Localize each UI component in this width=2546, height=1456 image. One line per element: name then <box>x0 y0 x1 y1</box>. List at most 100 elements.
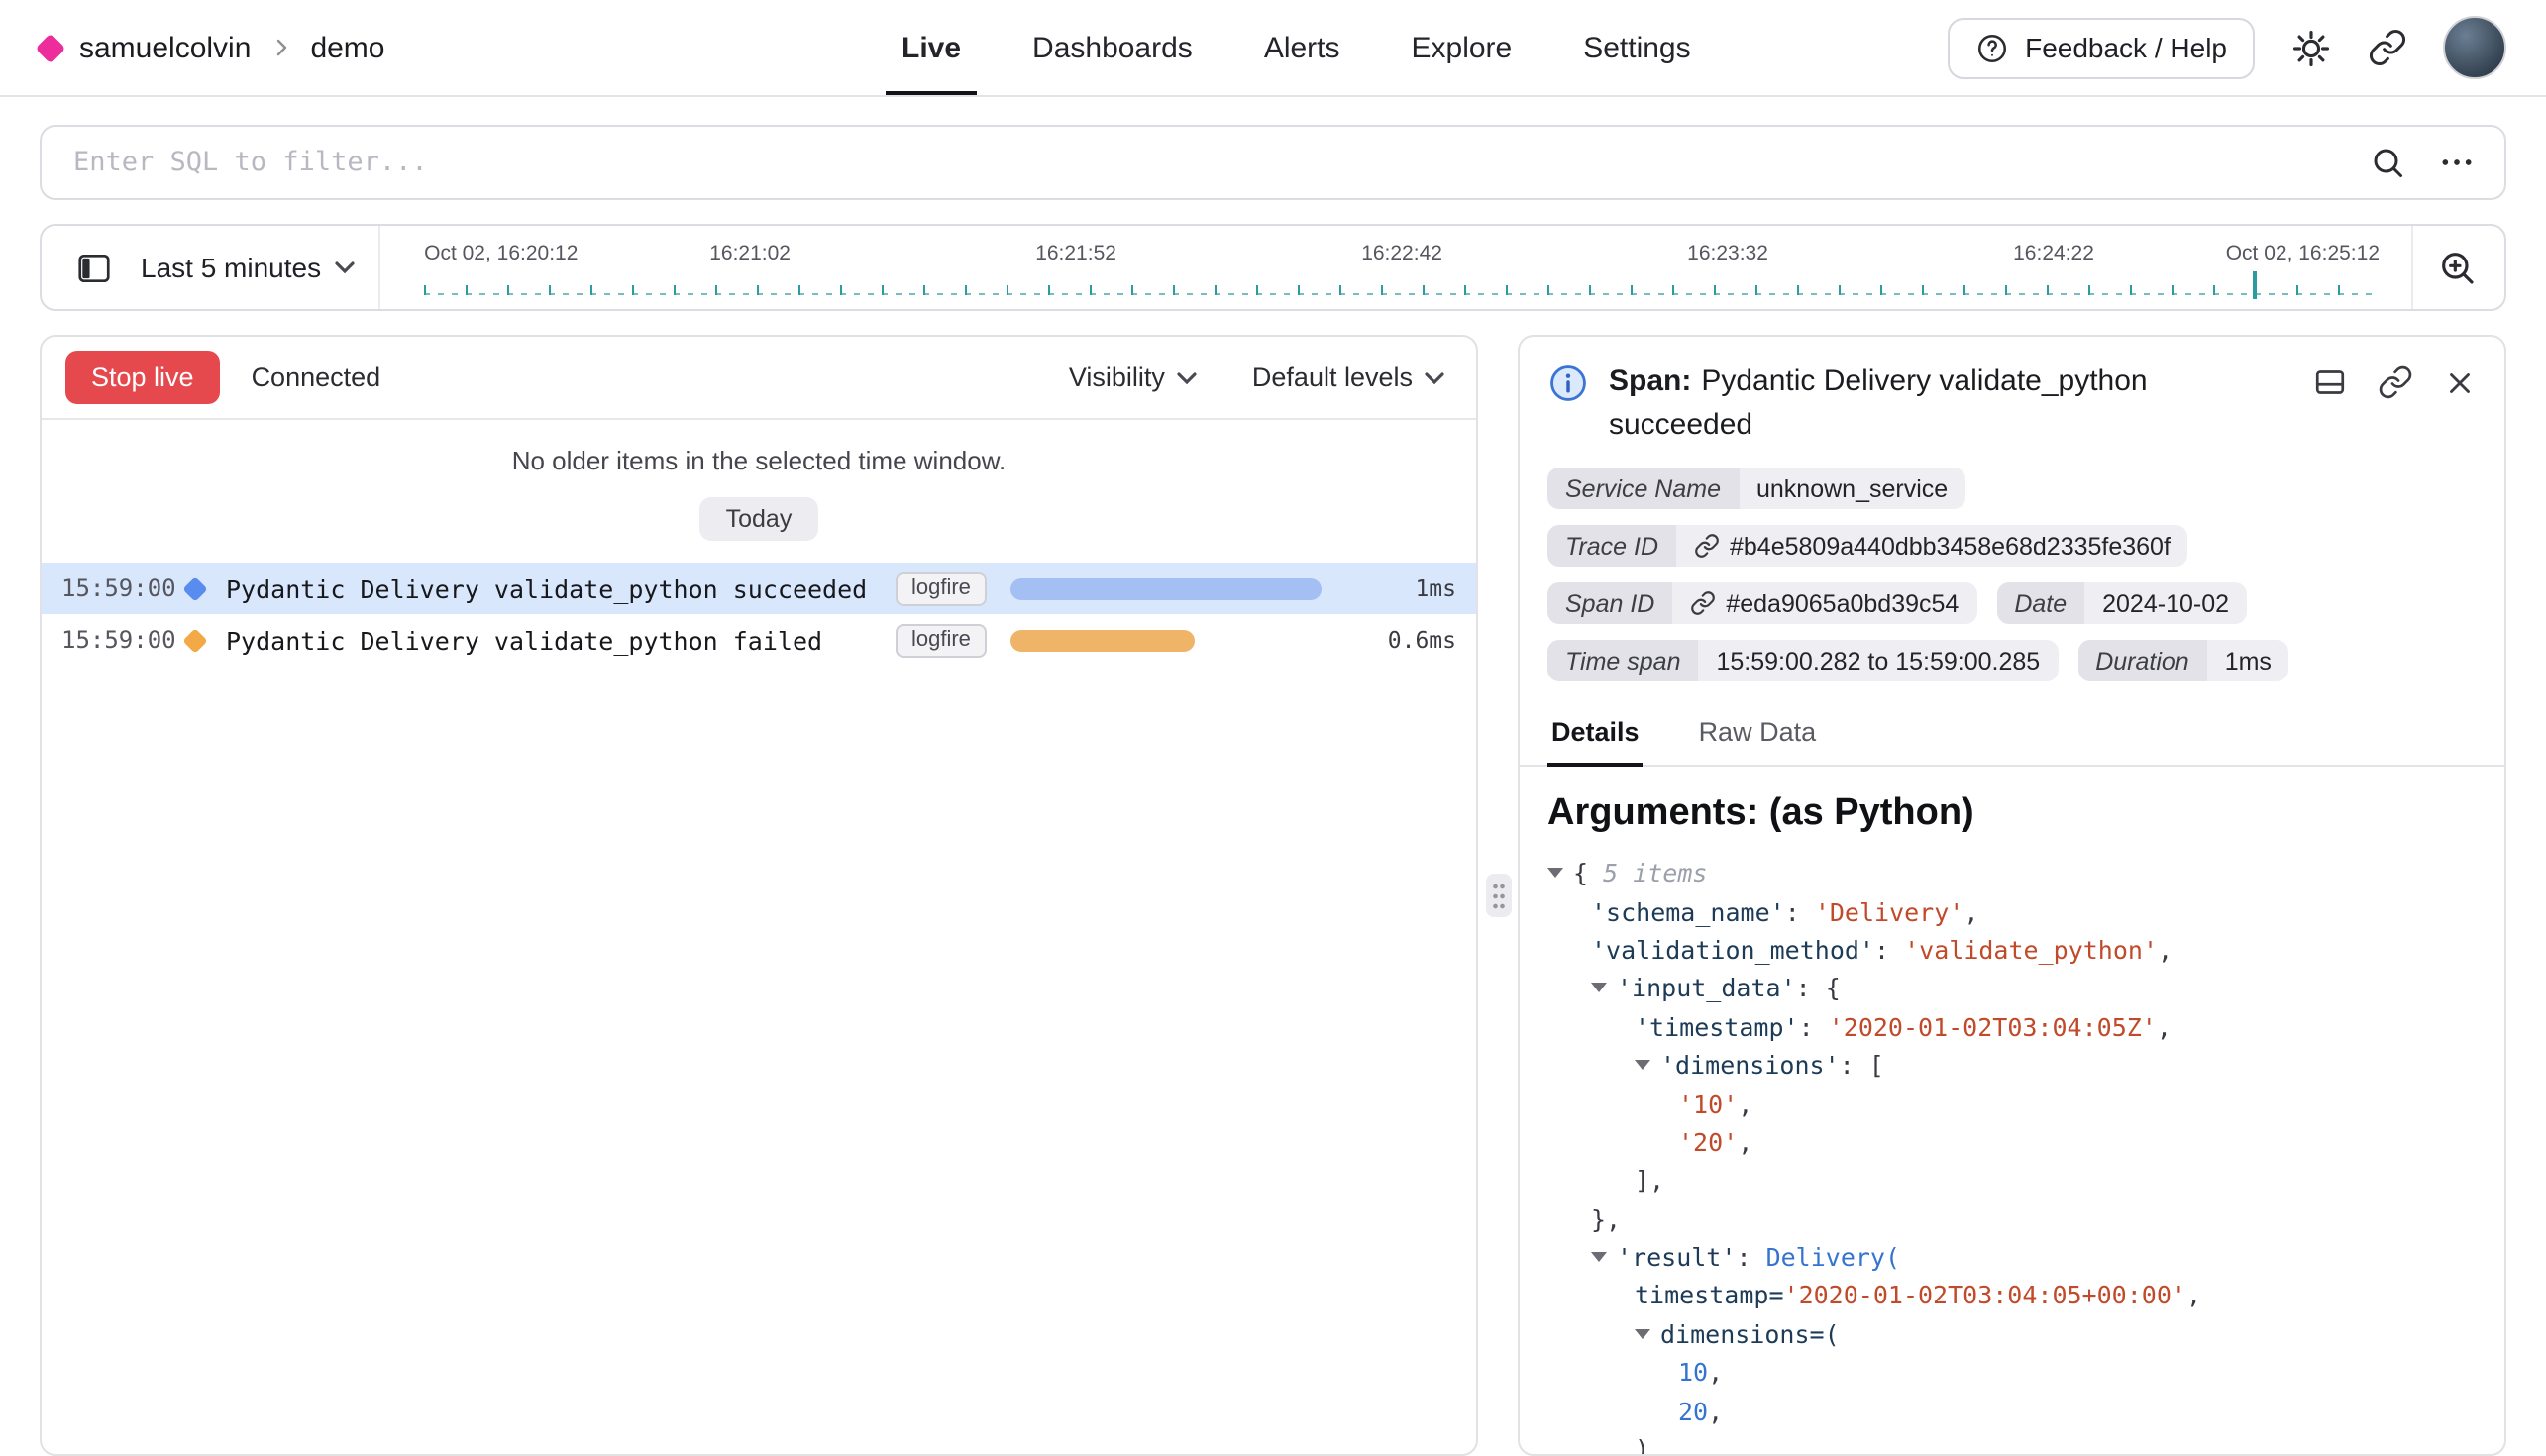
sidebar-toggle-icon[interactable] <box>61 238 125 297</box>
code-line: 'dimensions': [ <box>1547 1046 2477 1085</box>
timeline-track: Oct 02, 16:20:1216:21:0216:21:5216:22:42… <box>424 226 2380 309</box>
nav-tab-live[interactable]: Live <box>902 0 961 95</box>
log-row[interactable]: 15:59:00 Pydantic Delivery validate_pytho… <box>42 614 1476 666</box>
attribute-label: Service Name <box>1547 468 1739 509</box>
share-link-icon[interactable] <box>2368 28 2407 67</box>
day-divider-badge[interactable]: Today <box>700 497 818 541</box>
code-token: '20' <box>1678 1127 1738 1157</box>
code-line: { 5 items <box>1547 854 2477 892</box>
timeline-tick-label: 16:24:22 <box>2013 242 2094 265</box>
code-token: 'timestamp' <box>1635 1012 1799 1042</box>
code-line: }, <box>1547 1199 2477 1238</box>
attribute-label: Trace ID <box>1547 525 1676 567</box>
code-token: 'Delivery' <box>1815 896 1964 926</box>
day-divider-wrap: Today <box>42 497 1476 541</box>
code-token: { <box>1826 974 1841 1003</box>
main-content: Stop live Connected Visibility Default l… <box>40 335 2506 1456</box>
code-token: dimensions=( <box>1660 1319 1840 1349</box>
copy-link-icon[interactable] <box>2378 364 2413 400</box>
nav-tab-dashboards[interactable]: Dashboards <box>1032 0 1193 95</box>
attribute-value[interactable]: #eda9065a0bd39c54 <box>1672 582 1976 624</box>
panel-resize-handle[interactable] <box>1485 874 1511 917</box>
span-title: Span:Pydantic Delivery validate_python s… <box>1609 361 2292 448</box>
stop-live-button[interactable]: Stop live <box>65 351 220 404</box>
user-avatar[interactable] <box>2443 16 2506 79</box>
tab-raw-data[interactable]: Raw Data <box>1695 705 1821 765</box>
visibility-label: Visibility <box>1069 363 1165 392</box>
breadcrumb-project[interactable]: demo <box>310 31 384 64</box>
logfire-logo-icon[interactable] <box>35 32 65 62</box>
timeline[interactable]: Oct 02, 16:20:1216:21:0216:21:5216:22:42… <box>378 226 2411 309</box>
duration-bar <box>1010 577 1322 599</box>
code-line: '20', <box>1547 1122 2477 1161</box>
code-token: : <box>1799 1012 1829 1042</box>
nav-tab-settings[interactable]: Settings <box>1583 0 1690 95</box>
code-token: }, <box>1591 1203 1621 1233</box>
code-token: 'dimensions' <box>1660 1050 1840 1080</box>
code-token: ], <box>1635 1166 1664 1196</box>
breadcrumb-org[interactable]: samuelcolvin <box>79 31 251 64</box>
attribute-badge: Duration1ms <box>2077 640 2289 681</box>
time-range-dropdown[interactable]: Last 5 minutes <box>125 252 378 283</box>
code-token: 'input_data' <box>1617 974 1796 1003</box>
attribute-badge: Service Nameunknown_service <box>1547 468 1965 509</box>
code-token: , <box>1708 1358 1723 1388</box>
code-token: 'schema_name' <box>1591 896 1785 926</box>
detail-header-icons <box>2312 361 2477 400</box>
attribute-badge: Time span15:59:00.282 to 15:59:00.285 <box>1547 640 2058 681</box>
code-token: '2020-01-02T03:04:05Z' <box>1829 1012 2157 1042</box>
log-row[interactable]: 15:59:00Pydantic Delivery validate_pytho… <box>42 563 1476 614</box>
sql-filter-input[interactable] <box>69 145 2338 180</box>
theme-toggle-sun-icon[interactable] <box>2290 27 2332 68</box>
code-token: , <box>1738 1089 1752 1118</box>
collapse-toggle-icon[interactable] <box>1635 1329 1660 1339</box>
duration-track <box>1010 577 1345 599</box>
filter-more-options-icon[interactable] <box>2437 143 2477 182</box>
log-message: Pydantic Delivery validate_python failed <box>226 625 896 655</box>
close-icon[interactable] <box>2443 365 2477 399</box>
timeline-tick-label: 16:22:42 <box>1361 242 1442 265</box>
code-line: 'schema_name': 'Delivery', <box>1547 892 2477 931</box>
scope-tag[interactable]: logfire <box>896 623 987 657</box>
log-timestamp: 15:59:00 <box>61 626 180 654</box>
code-token: , <box>1708 1396 1723 1425</box>
detail-body: Arguments: (as Python) { 5 items'schema_… <box>1520 767 2504 1454</box>
code-line: 'validation_method': 'validate_python', <box>1547 931 2477 970</box>
attribute-value: 1ms <box>2207 640 2289 681</box>
default-levels-label: Default levels <box>1252 363 1413 392</box>
detail-header: Span:Pydantic Delivery validate_python s… <box>1520 337 2504 448</box>
nav-tab-explore[interactable]: Explore <box>1412 0 1513 95</box>
scope-tag[interactable]: logfire <box>896 572 987 605</box>
code-token: 'result' <box>1617 1242 1736 1272</box>
question-circle-icon <box>1975 31 2009 64</box>
default-levels-dropdown[interactable]: Default levels <box>1252 363 1444 392</box>
collapse-toggle-icon[interactable] <box>1547 868 1573 878</box>
collapse-toggle-icon[interactable] <box>1635 1060 1660 1070</box>
code-line: ], <box>1547 1161 2477 1199</box>
arguments-heading: Arguments: (as Python) <box>1547 792 2477 836</box>
attribute-badge: Trace ID#b4e5809a440dbb3458e68d2335fe360… <box>1547 525 2188 567</box>
attribute-value[interactable]: #b4e5809a440dbb3458e68d2335fe360f <box>1676 525 2188 567</box>
dock-panel-icon[interactable] <box>2312 364 2348 400</box>
collapse-toggle-icon[interactable] <box>1591 984 1617 993</box>
timeline-zoom-icon[interactable] <box>2411 226 2485 309</box>
visibility-dropdown[interactable]: Visibility <box>1069 363 1197 392</box>
code-token: : <box>1796 974 1826 1003</box>
attribute-value: 15:59:00.282 to 15:59:00.285 <box>1699 640 2059 681</box>
feedback-help-button[interactable]: Feedback / Help <box>1948 17 2255 78</box>
detail-tabs: Details Raw Data <box>1520 705 2504 767</box>
time-range-label: Last 5 minutes <box>141 252 321 283</box>
nav-tab-alerts[interactable]: Alerts <box>1264 0 1340 95</box>
code-token: 'validation_method' <box>1591 935 1874 965</box>
search-icon[interactable] <box>2370 145 2405 180</box>
collapse-toggle-icon[interactable] <box>1591 1252 1617 1262</box>
span-detail-panel: Span:Pydantic Delivery validate_python s… <box>1518 335 2506 1456</box>
timeline-now-marker <box>2253 271 2257 299</box>
empty-window-message: No older items in the selected time wind… <box>42 446 1476 475</box>
link-icon <box>1694 533 1720 559</box>
tab-details[interactable]: Details <box>1547 705 1644 765</box>
duration-bar <box>1010 629 1195 651</box>
live-log-panel: Stop live Connected Visibility Default l… <box>40 335 1478 1456</box>
timeline-tick-label: Oct 02, 16:20:12 <box>424 242 578 265</box>
attribute-badge: Span ID#eda9065a0bd39c54 <box>1547 582 1976 624</box>
